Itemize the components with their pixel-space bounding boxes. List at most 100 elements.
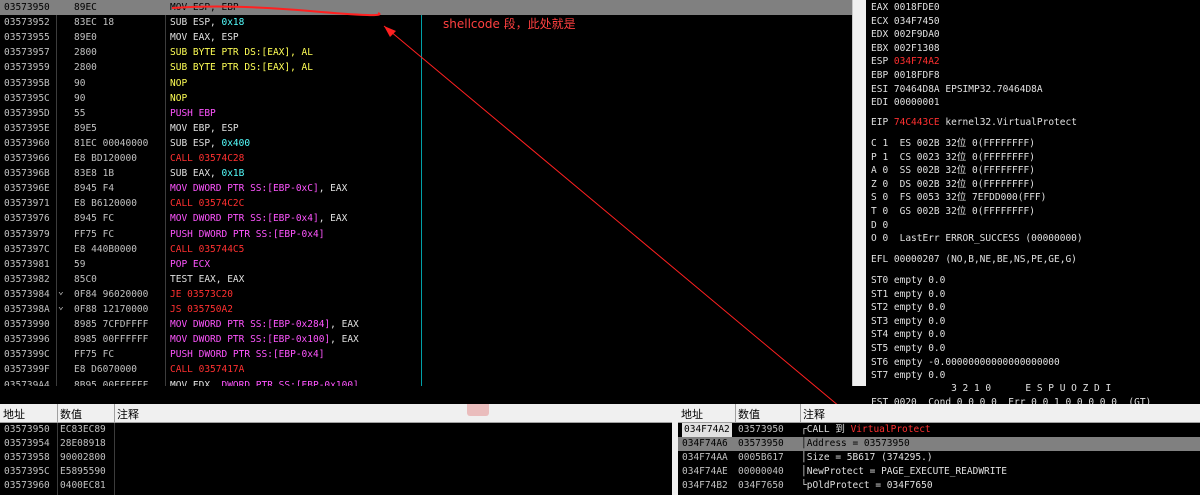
- register-ecx[interactable]: ECX 034F7450: [871, 15, 940, 28]
- stack-header-value[interactable]: 数值: [738, 406, 760, 422]
- flag-row[interactable]: Z 0 DS 002B 32位 0(FFFFFFFF): [871, 178, 1035, 191]
- disasm-row[interactable]: 03573984 ⌄ 0F84 96020000 JE 03573C20: [0, 286, 852, 302]
- register-edi[interactable]: EDI 00000001: [871, 96, 940, 109]
- fpu-register[interactable]: ST2 empty 0.0: [871, 301, 945, 314]
- registers-pane[interactable]: EAX 0018FDE0 ECX 034F7450 EDX 002F9DA0 EBX …: [866, 0, 1200, 404]
- dump-address: 03573950: [4, 424, 50, 435]
- disasm-row[interactable]: 03573950 89EC MOV ESP, EBP: [0, 0, 852, 16]
- disasm-instruction: SUB BYTE PTR DS:[EAX], AL: [170, 60, 313, 75]
- dump-row[interactable]: 0357395C E5895590: [0, 465, 672, 479]
- flag-row[interactable]: D 0: [871, 219, 888, 232]
- stack-comment-text: pOldProtect = 034F7650: [806, 479, 933, 491]
- dump-header-comment[interactable]: 注释: [117, 406, 139, 422]
- disasm-address: 0357395D: [4, 107, 50, 119]
- flag-row[interactable]: C 1 ES 002B 32位 0(FFFFFFFF): [871, 137, 1035, 150]
- stack-row[interactable]: 034F74B2 034F7650 └pOldProtect = 034F7650: [678, 479, 1200, 493]
- fpu-status-word[interactable]: FST 0020 Cond 0 0 0 0 Err 0 0 1 0 0 0 0 …: [871, 396, 1151, 404]
- register-esi[interactable]: ESI 70464D8A EPSIMP32.70464D8A: [871, 83, 1043, 96]
- disasm-row[interactable]: 0357396B 83E8 1B SUB EAX, 0x1B: [0, 166, 852, 181]
- dump-row[interactable]: 03573950 EC83EC89: [0, 423, 672, 437]
- dump-header-address[interactable]: 地址: [3, 406, 25, 422]
- fpu-register[interactable]: ST1 empty 0.0: [871, 288, 945, 301]
- fpu-register[interactable]: ST0 empty 0.0: [871, 274, 945, 287]
- register-token: 0018FDF8: [893, 70, 940, 81]
- fpu-register[interactable]: ST5 empty 0.0: [871, 342, 945, 355]
- register-token: ST3 empty 0.0: [871, 315, 946, 327]
- instruction-token: SUB BYTE PTR DS:[EAX], AL: [170, 47, 313, 59]
- disasm-address: 03573996: [4, 334, 50, 346]
- disasm-row[interactable]: 03573982 85C0 TEST EAX, EAX: [0, 272, 852, 287]
- resize-grip-icon[interactable]: [467, 404, 489, 416]
- disasm-row[interactable]: 03573959 2800 SUB BYTE PTR DS:[EAX], AL: [0, 60, 852, 75]
- fpu-register[interactable]: ST7 empty 0.0: [871, 369, 945, 382]
- disasm-row[interactable]: 03573957 2800 SUB BYTE PTR DS:[EAX], AL: [0, 45, 852, 60]
- register-eax[interactable]: EAX 0018FDE0: [871, 1, 940, 14]
- stack-header-address[interactable]: 地址: [681, 406, 703, 422]
- disasm-hex: 83E8 1B: [74, 168, 115, 180]
- disasm-row[interactable]: 03573966 E8 BD120000 CALL 03574C28: [0, 151, 852, 166]
- disasm-row[interactable]: 0357398A ⌄ 0F88 12170000 JS 035750A2: [0, 301, 852, 317]
- dump-value: 0400EC81: [60, 479, 106, 491]
- disasm-row[interactable]: 0357395C 90 NOP: [0, 91, 852, 106]
- disasm-row[interactable]: 03573955 89E0 MOV EAX, ESP: [0, 30, 852, 45]
- fpu-register[interactable]: ST4 empty 0.0: [871, 328, 945, 341]
- register-token: O 0 LastErr ERROR_SUCCESS (00000000): [871, 233, 1083, 245]
- disasm-row[interactable]: 0357399C FF75 FC PUSH DWORD PTR SS:[EBP-0x…: [0, 347, 852, 362]
- fpu-register[interactable]: ST6 empty -0.00000000000000000000: [871, 356, 1060, 369]
- disasm-address: 03573957: [4, 47, 50, 59]
- disasm-row[interactable]: 03573971 E8 B6120000 CALL 03574C2C: [0, 196, 852, 211]
- disasm-row[interactable]: 0357395D 55 PUSH EBP: [0, 106, 852, 121]
- register-efl[interactable]: EFL 00000207 (NO,B,NE,BE,NS,PE,GE,G): [871, 253, 1077, 266]
- flag-row[interactable]: S 0 FS 0053 32位 7EFDD000(FFF): [871, 191, 1046, 204]
- register-esp[interactable]: ESP 034F74A2: [871, 55, 940, 68]
- register-eip[interactable]: EIP 74C443CE kernel32.VirtualProtect: [871, 116, 1077, 129]
- disassembly-pane[interactable]: 03573950 89EC MOV ESP, EBP 03573952 83EC 18 S…: [0, 0, 852, 386]
- disasm-scrollbar[interactable]: [852, 0, 867, 386]
- dump-row[interactable]: 03573960 0400EC81: [0, 479, 672, 493]
- stack-row[interactable]: 034F74AE 00000040 │NewProtect = PAGE_EXECU…: [678, 465, 1200, 479]
- dump-row[interactable]: 03573958 90002800: [0, 451, 672, 465]
- disasm-instruction: CALL 0357417A: [170, 362, 244, 377]
- disasm-row[interactable]: 03573976 8945 FC MOV DWORD PTR SS:[EBP-0x4…: [0, 211, 852, 226]
- disasm-address: 0357395B: [4, 77, 50, 89]
- stack-comment-text: Size = 5B617 (374295.): [806, 451, 933, 463]
- register-ebp[interactable]: EBP 0018FDF8: [871, 69, 940, 82]
- memory-dump-pane[interactable]: 地址 数值 注释 03573950 EC83EC89 03573954 28E0891…: [0, 404, 672, 495]
- disasm-row[interactable]: 0357397C E8 440B0000 CALL 035744C5: [0, 242, 852, 257]
- disasm-instruction: NOP: [170, 76, 187, 91]
- disasm-row[interactable]: 0357396E 8945 F4 MOV DWORD PTR SS:[EBP-0xC…: [0, 181, 852, 196]
- register-token: kernel32.VirtualProtect: [939, 117, 1077, 128]
- disasm-hex: 90: [74, 77, 86, 89]
- disasm-hex: FF75 FC: [74, 349, 115, 361]
- stack-header-comment[interactable]: 注释: [803, 406, 825, 422]
- stack-pane[interactable]: 地址 数值 注释 034F74A2 03573950 ┌CALL 到 Virtual…: [678, 404, 1200, 495]
- disasm-instruction: MOV ESP, EBP: [170, 0, 239, 15]
- disasm-row[interactable]: 03573960 81EC 00040000 SUB ESP, 0x400: [0, 136, 852, 151]
- stack-row[interactable]: 034F74A6 03573950 │Address = 03573950: [678, 436, 1200, 451]
- disasm-row[interactable]: 03573996 8985 00FFFFFF MOV DWORD PTR SS:[E…: [0, 332, 852, 347]
- flag-row[interactable]: P 1 CS 0023 32位 0(FFFFFFFF): [871, 151, 1035, 164]
- fpu-status-header[interactable]: 3 2 1 0 E S P U O Z D I: [871, 382, 1111, 395]
- dump-header-value[interactable]: 数值: [60, 406, 82, 422]
- disasm-address: 035739A4: [4, 379, 50, 387]
- flag-row[interactable]: T 0 GS 002B 32位 0(FFFFFFFF): [871, 205, 1035, 218]
- disasm-row[interactable]: 03573990 8985 7CFDFFFF MOV DWORD PTR SS:[E…: [0, 317, 852, 332]
- fpu-register[interactable]: ST3 empty 0.0: [871, 315, 945, 328]
- flag-row[interactable]: A 0 SS 002B 32位 0(FFFFFFFF): [871, 164, 1035, 177]
- register-edx[interactable]: EDX 002F9DA0: [871, 28, 940, 41]
- instruction-token: PUSH DWORD PTR SS:[EBP-0x4]: [170, 228, 325, 240]
- disasm-row[interactable]: 0357395E 89E5 MOV EBP, ESP: [0, 121, 852, 136]
- disasm-row[interactable]: 035739A4 8B95 00FFFFFF MOV EDX, DWORD PTR …: [0, 378, 852, 387]
- disasm-row[interactable]: 03573952 83EC 18 SUB ESP, 0x18: [0, 15, 852, 30]
- stack-row[interactable]: 034F74A2 03573950 ┌CALL 到 VirtualProtect: [678, 423, 1200, 437]
- pane-splitter[interactable]: [672, 404, 678, 495]
- stack-row[interactable]: 034F74AA 0005B617 │Size = 5B617 (374295.): [678, 451, 1200, 465]
- disasm-row[interactable]: 03573979 FF75 FC PUSH DWORD PTR SS:[EBP-0x…: [0, 227, 852, 242]
- disasm-row[interactable]: 03573981 59 POP ECX: [0, 257, 852, 272]
- disasm-row[interactable]: 0357395B 90 NOP: [0, 76, 852, 91]
- disasm-hex: 59: [74, 258, 86, 270]
- dump-row[interactable]: 03573954 28E08918: [0, 437, 672, 451]
- register-ebx[interactable]: EBX 002F1308: [871, 42, 940, 55]
- flag-row[interactable]: O 0 LastErr ERROR_SUCCESS (00000000): [871, 232, 1083, 245]
- disasm-row[interactable]: 0357399F E8 D6070000 CALL 0357417A: [0, 362, 852, 377]
